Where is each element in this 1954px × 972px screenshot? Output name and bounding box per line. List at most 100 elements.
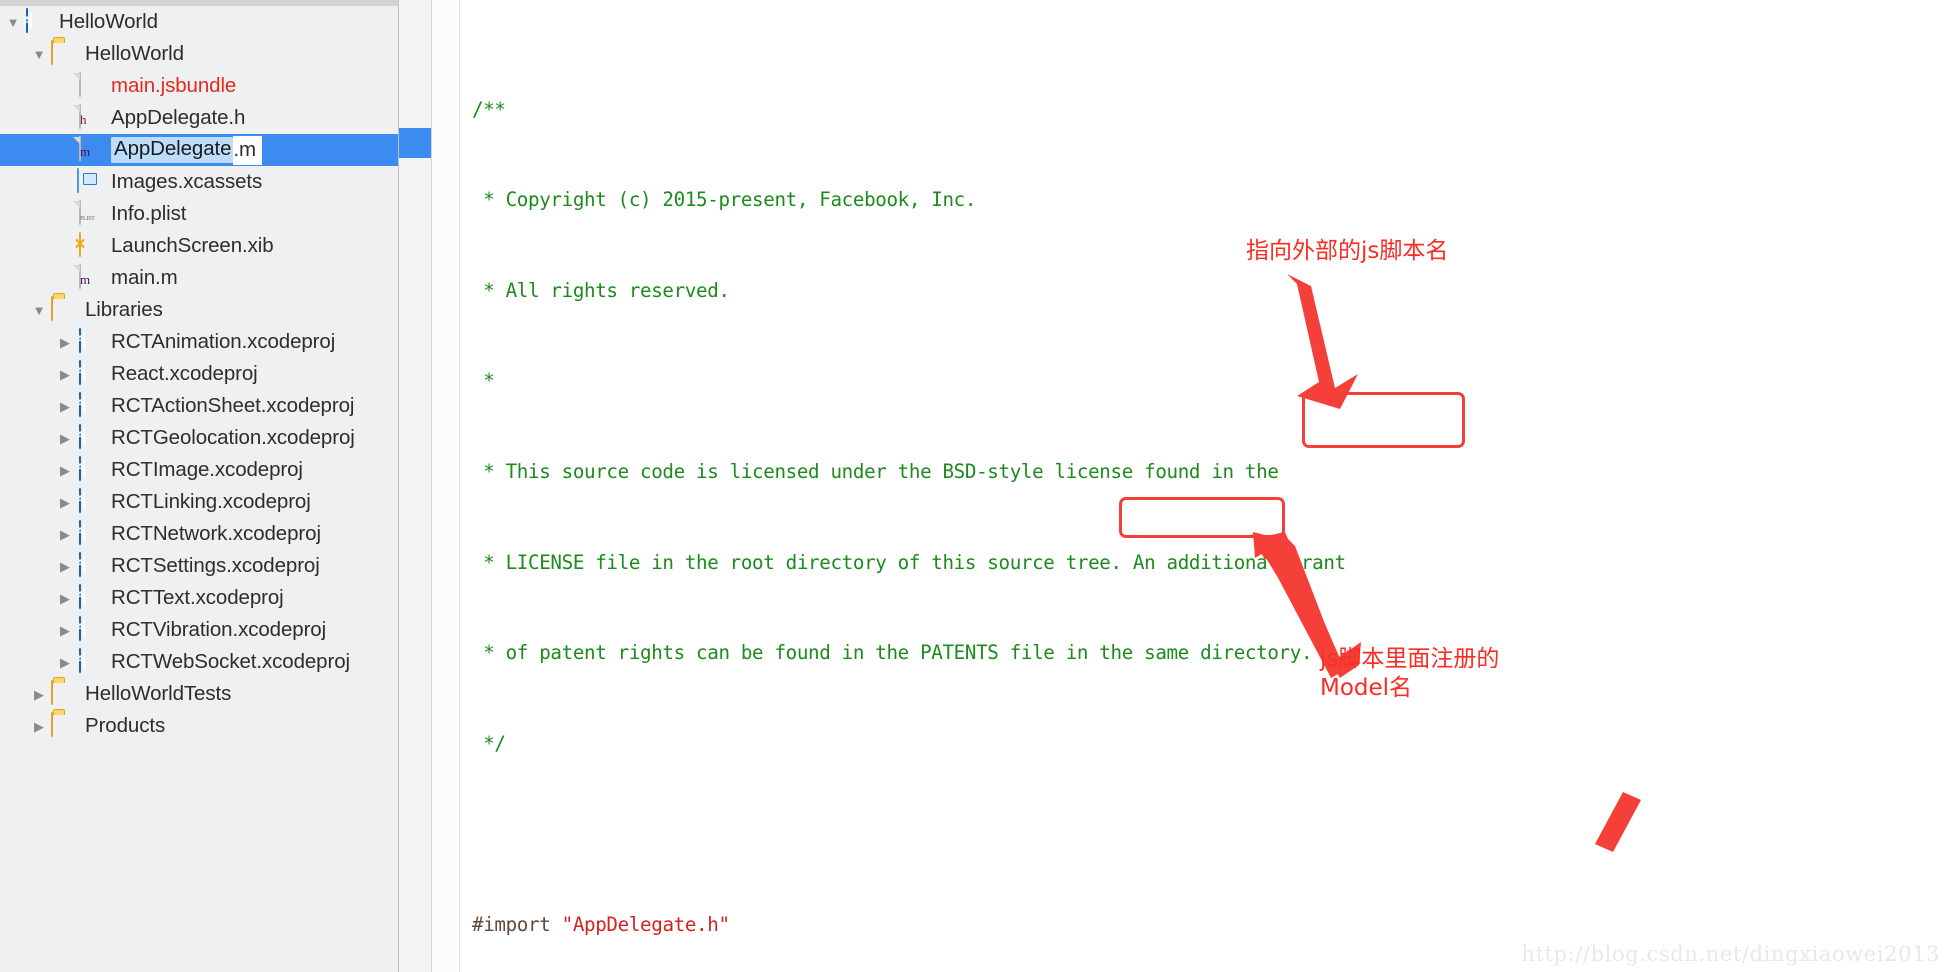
- xcode-project-icon: [76, 360, 102, 387]
- sidebar-item-label: RCTSettings.xcodeproj: [111, 553, 320, 577]
- sidebar-item-rctnetwork-xcodeproj[interactable]: ▶ RCTNetwork.xcodeproj: [0, 518, 398, 550]
- code-line: * All rights reserved.: [472, 278, 730, 302]
- chevron-right-icon[interactable]: ▶: [54, 496, 76, 509]
- sidebar-item-label: AppDelegate: [111, 137, 234, 163]
- code-line: * of patent rights can be found in the P…: [472, 641, 1313, 665]
- chevron-right-icon[interactable]: ▶: [54, 560, 76, 573]
- disclosure-spacer: ▶: [54, 112, 76, 125]
- xcode-project-icon: [76, 424, 102, 451]
- sidebar-item-launchscreen-xib[interactable]: ▶✕ LaunchScreen.xib: [0, 230, 398, 262]
- sidebar-item-react-xcodeproj[interactable]: ▶ React.xcodeproj: [0, 358, 398, 390]
- chevron-right-icon[interactable]: ▶: [54, 592, 76, 605]
- annotation-top-note: 指向外部的js脚本名: [1246, 238, 1449, 264]
- chevron-right-icon[interactable]: ▶: [54, 624, 76, 637]
- disclosure-spacer: ▶: [54, 144, 76, 157]
- chevron-right-icon[interactable]: ▶: [54, 464, 76, 477]
- sidebar-item-label: RCTNetwork.xcodeproj: [111, 521, 321, 545]
- sidebar-item-rctactionsheet-xcodeproj[interactable]: ▶ RCTActionSheet.xcodeproj: [0, 390, 398, 422]
- code-line: *: [472, 369, 495, 393]
- arrow-to-index-ios: [1287, 274, 1358, 409]
- code-line: #import "AppDelegate.h": [472, 912, 730, 936]
- watermark-url: http://blog.csdn.net/dingxiaowei2013: [1521, 942, 1940, 966]
- xib-file-icon: ✕: [74, 232, 102, 259]
- disclosure-spacer: ▶: [54, 240, 76, 253]
- sidebar-item-images-xcassets[interactable]: ▶ Images.xcassets: [0, 166, 398, 198]
- chevron-down-icon[interactable]: ▼: [2, 16, 24, 29]
- sidebar-item-label: Info.plist: [111, 201, 187, 225]
- sidebar-item-label: RCTActionSheet.xcodeproj: [111, 393, 355, 417]
- annotation-bottom-note: js脚本里面注册的 Model名: [1320, 646, 1500, 701]
- xcode-project-icon: [76, 456, 102, 483]
- xcode-project-icon: [76, 488, 102, 515]
- sidebar-item-rcttext-xcodeproj[interactable]: ▶ RCTText.xcodeproj: [0, 582, 398, 614]
- selected-file-marker: [399, 128, 431, 158]
- sidebar-item-rctwebsocket-xcodeproj[interactable]: ▶ RCTWebSocket.xcodeproj: [0, 646, 398, 678]
- sidebar-item-label: main.m: [111, 265, 178, 289]
- chevron-right-icon[interactable]: ▶: [54, 400, 76, 413]
- sidebar-item-label: AppDelegate.h: [111, 105, 246, 129]
- xcode-window: ▼HelloWorld▼HelloWorld▶main.jsbundle▶hAp…: [0, 0, 1954, 972]
- chevron-right-icon[interactable]: ▶: [28, 720, 50, 733]
- sidebar-item-rctsettings-xcodeproj[interactable]: ▶ RCTSettings.xcodeproj: [0, 550, 398, 582]
- chevron-down-icon[interactable]: ▼: [28, 304, 50, 317]
- sidebar-item-label-extension: .m: [233, 135, 263, 165]
- disclosure-spacer: ▶: [54, 272, 76, 285]
- xcode-project-icon: [76, 616, 102, 643]
- sidebar-item-label: main.jsbundle: [111, 73, 237, 97]
- sidebar-item-helloworld[interactable]: ▼ HelloWorld: [0, 38, 398, 70]
- disclosure-spacer: ▶: [54, 208, 76, 221]
- project-file-tree[interactable]: ▼HelloWorld▼HelloWorld▶main.jsbundle▶hAp…: [0, 6, 398, 742]
- sidebar-item-rctanimation-xcodeproj[interactable]: ▶ RCTAnimation.xcodeproj: [0, 326, 398, 358]
- sidebar-item-info-plist[interactable]: ▶PLIST Info.plist: [0, 198, 398, 230]
- sidebar-item-label: Products: [85, 713, 166, 737]
- chevron-right-icon[interactable]: ▶: [54, 336, 76, 349]
- disclosure-spacer: ▶: [54, 80, 76, 93]
- chevron-down-icon[interactable]: ▼: [28, 48, 50, 61]
- project-navigator[interactable]: ▼HelloWorld▼HelloWorld▶main.jsbundle▶hAp…: [0, 0, 399, 972]
- sidebar-item-label: Images.xcassets: [111, 169, 263, 193]
- sidebar-item-main-jsbundle[interactable]: ▶ main.jsbundle: [0, 70, 398, 102]
- sidebar-item-rctimage-xcodeproj[interactable]: ▶ RCTImage.xcodeproj: [0, 454, 398, 486]
- arrow-to-model-note: [1595, 792, 1641, 852]
- code-content[interactable]: /** * Copyright (c) 2015-present, Facebo…: [460, 0, 1954, 972]
- sidebar-item-helloworld[interactable]: ▼ HelloWorld: [0, 6, 398, 38]
- header-file-icon: h: [76, 104, 102, 131]
- folder-icon: [50, 680, 76, 707]
- sidebar-item-label: HelloWorldTests: [85, 681, 232, 705]
- folder-icon: [50, 296, 76, 323]
- chevron-right-icon[interactable]: ▶: [54, 432, 76, 445]
- xcode-project-icon: [76, 392, 102, 419]
- code-line: * This source code is licensed under the…: [472, 459, 1279, 483]
- code-line: * Copyright (c) 2015-present, Facebook, …: [472, 188, 977, 212]
- chevron-right-icon[interactable]: ▶: [54, 528, 76, 541]
- disclosure-spacer: ▶: [54, 176, 76, 189]
- code-line: * LICENSE file in the root directory of …: [472, 550, 1346, 574]
- xcode-project-icon: [76, 520, 102, 547]
- xcode-project-icon: [24, 8, 50, 35]
- sidebar-item-helloworldtests[interactable]: ▶ HelloWorldTests: [0, 678, 398, 710]
- chevron-right-icon[interactable]: ▶: [28, 688, 50, 701]
- folder-icon: [50, 712, 76, 739]
- sidebar-item-main-m[interactable]: ▶m main.m: [0, 262, 398, 294]
- chevron-right-icon[interactable]: ▶: [54, 656, 76, 669]
- sidebar-item-label: RCTLinking.xcodeproj: [111, 489, 311, 513]
- sidebar-item-rctvibration-xcodeproj[interactable]: ▶ RCTVibration.xcodeproj: [0, 614, 398, 646]
- xcode-project-icon: [76, 552, 102, 579]
- plist-file-icon: PLIST: [76, 200, 102, 227]
- objc-file-icon: m: [76, 136, 102, 163]
- source-editor[interactable]: /** * Copyright (c) 2015-present, Facebo…: [399, 0, 1954, 972]
- file-icon: [76, 72, 102, 99]
- sidebar-item-rctlinking-xcodeproj[interactable]: ▶ RCTLinking.xcodeproj: [0, 486, 398, 518]
- xcode-project-icon: [76, 584, 102, 611]
- sidebar-item-label: RCTWebSocket.xcodeproj: [111, 649, 350, 673]
- chevron-right-icon[interactable]: ▶: [54, 368, 76, 381]
- sidebar-item-appdelegate-h[interactable]: ▶h AppDelegate.h: [0, 102, 398, 134]
- sidebar-item-products[interactable]: ▶ Products: [0, 710, 398, 742]
- sidebar-item-libraries[interactable]: ▼ Libraries: [0, 294, 398, 326]
- sidebar-item-rctgeolocation-xcodeproj[interactable]: ▶ RCTGeolocation.xcodeproj: [0, 422, 398, 454]
- sidebar-item-label: LaunchScreen.xib: [111, 233, 274, 257]
- xcode-project-icon: [76, 648, 102, 675]
- sidebar-item-label: RCTVibration.xcodeproj: [111, 617, 327, 641]
- sidebar-item-appdelegate-m[interactable]: ▶m AppDelegate.m: [0, 134, 398, 166]
